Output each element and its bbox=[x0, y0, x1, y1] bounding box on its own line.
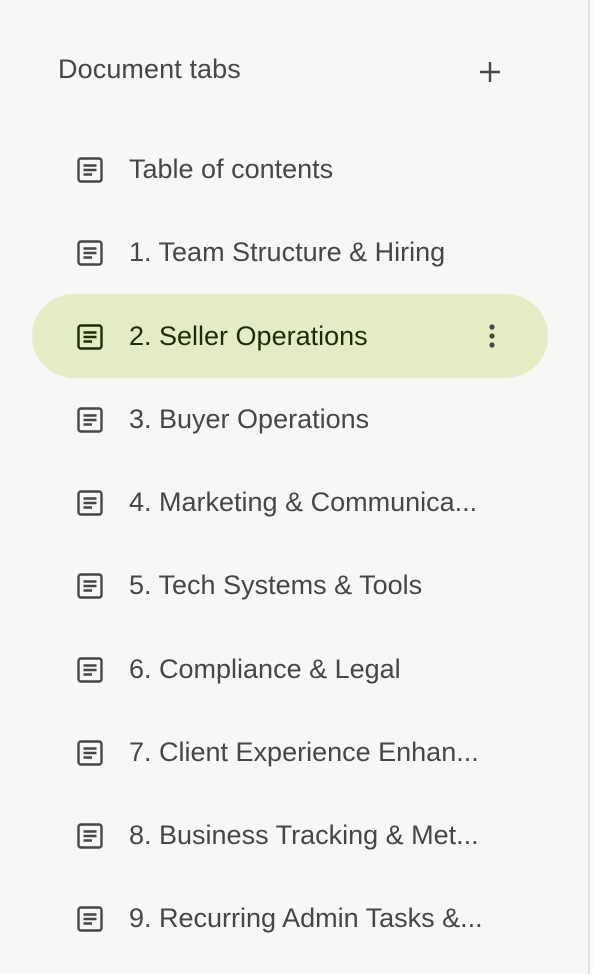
document-icon bbox=[77, 740, 103, 766]
document-icon bbox=[77, 657, 103, 683]
more-vert-icon bbox=[489, 324, 495, 348]
add-tab-button[interactable] bbox=[468, 50, 512, 94]
tab-compliance-legal[interactable]: 6. Compliance & Legal bbox=[32, 627, 548, 711]
tab-label: 1. Team Structure & Hiring bbox=[129, 237, 446, 267]
tab-tech-systems-tools[interactable]: 5. Tech Systems & Tools bbox=[32, 543, 548, 627]
tab-buyer-operations[interactable]: 3. Buyer Operations bbox=[32, 377, 548, 461]
tab-label: 5. Tech Systems & Tools bbox=[129, 570, 423, 600]
tab-client-experience[interactable]: 7. Client Experience Enhan... bbox=[32, 710, 548, 794]
tab-label: 4. Marketing & Communica... bbox=[129, 487, 478, 517]
document-tabs-panel: Document tabs Table of contents 1. Team … bbox=[0, 0, 588, 974]
plus-icon bbox=[480, 62, 500, 82]
panel-edge bbox=[590, 0, 594, 974]
tab-label: 9. Recurring Admin Tasks &... bbox=[129, 903, 483, 933]
document-icon bbox=[77, 240, 103, 266]
document-icon bbox=[77, 490, 103, 516]
tab-seller-operations[interactable]: 2. Seller Operations bbox=[32, 294, 548, 378]
tab-marketing-communications[interactable]: 4. Marketing & Communica... bbox=[32, 460, 548, 544]
panel-title: Document tabs bbox=[58, 54, 241, 84]
tab-recurring-admin-tasks[interactable]: 9. Recurring Admin Tasks &... bbox=[32, 876, 548, 960]
tab-table-of-contents[interactable]: Table of contents bbox=[32, 127, 548, 211]
document-icon bbox=[77, 573, 103, 599]
tab-team-structure-hiring[interactable]: 1. Team Structure & Hiring bbox=[32, 210, 548, 294]
document-icon bbox=[77, 324, 103, 350]
document-icon bbox=[77, 823, 103, 849]
tab-options-button[interactable] bbox=[470, 314, 514, 358]
tab-label: 2. Seller Operations bbox=[129, 321, 368, 351]
tab-label: 3. Buyer Operations bbox=[129, 404, 370, 434]
document-icon bbox=[77, 157, 103, 183]
panel-header: Document tabs bbox=[0, 40, 588, 106]
document-icon bbox=[77, 407, 103, 433]
tab-label: 7. Client Experience Enhan... bbox=[129, 737, 479, 767]
tab-label: Table of contents bbox=[129, 154, 334, 184]
tab-label: 8. Business Tracking & Met... bbox=[129, 820, 479, 850]
document-icon bbox=[77, 906, 103, 932]
tab-business-tracking[interactable]: 8. Business Tracking & Met... bbox=[32, 793, 548, 877]
tab-label: 6. Compliance & Legal bbox=[129, 654, 401, 684]
